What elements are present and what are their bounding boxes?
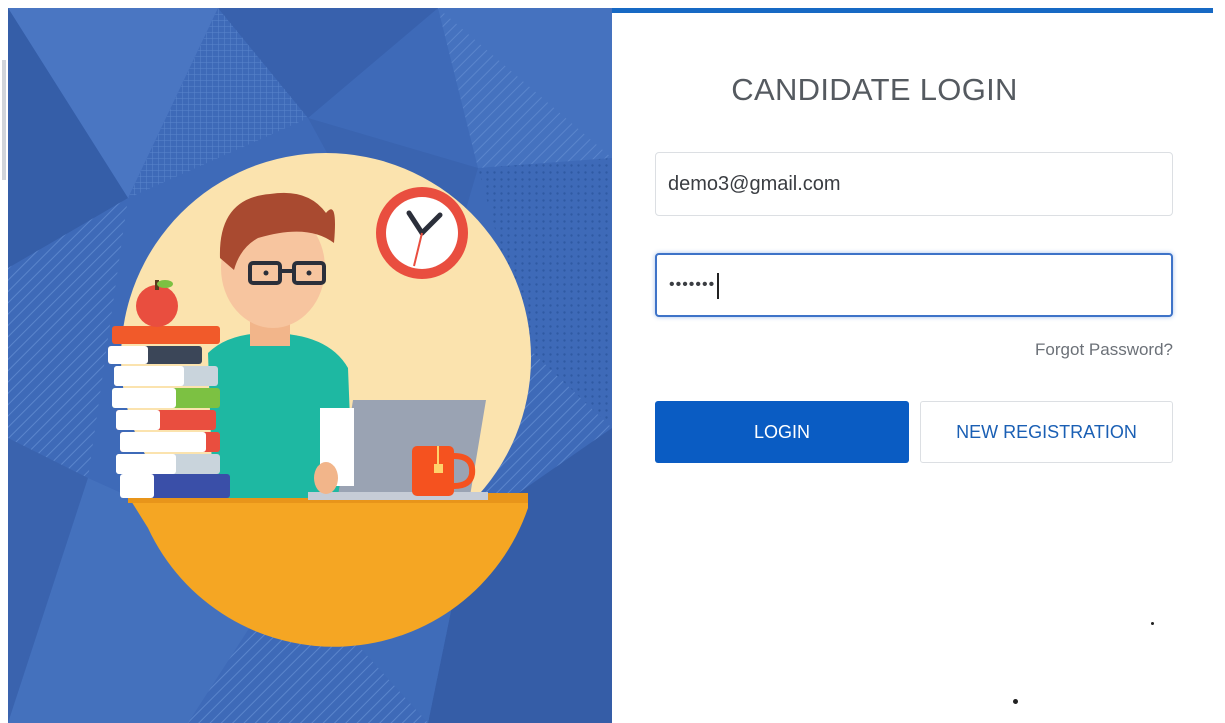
- email-field[interactable]: [655, 152, 1173, 216]
- hero-illustration-panel: [8, 8, 612, 723]
- artifact-dot: [1013, 699, 1018, 704]
- text-caret: [717, 273, 719, 299]
- accent-bar: [612, 8, 1213, 13]
- login-panel: CANDIDATE LOGIN Forgot Password? LOGIN N…: [612, 8, 1225, 723]
- page-title: CANDIDATE LOGIN: [731, 72, 1018, 107]
- edge-shadow: [2, 60, 6, 180]
- new-registration-button[interactable]: NEW REGISTRATION: [920, 401, 1173, 463]
- login-button[interactable]: LOGIN: [655, 401, 909, 463]
- password-field[interactable]: [655, 253, 1173, 317]
- forgot-password-link[interactable]: Forgot Password?: [1035, 340, 1173, 360]
- artifact-dot: [1151, 622, 1154, 625]
- hero-illustration: [8, 8, 612, 723]
- window-left-edge: [0, 0, 8, 723]
